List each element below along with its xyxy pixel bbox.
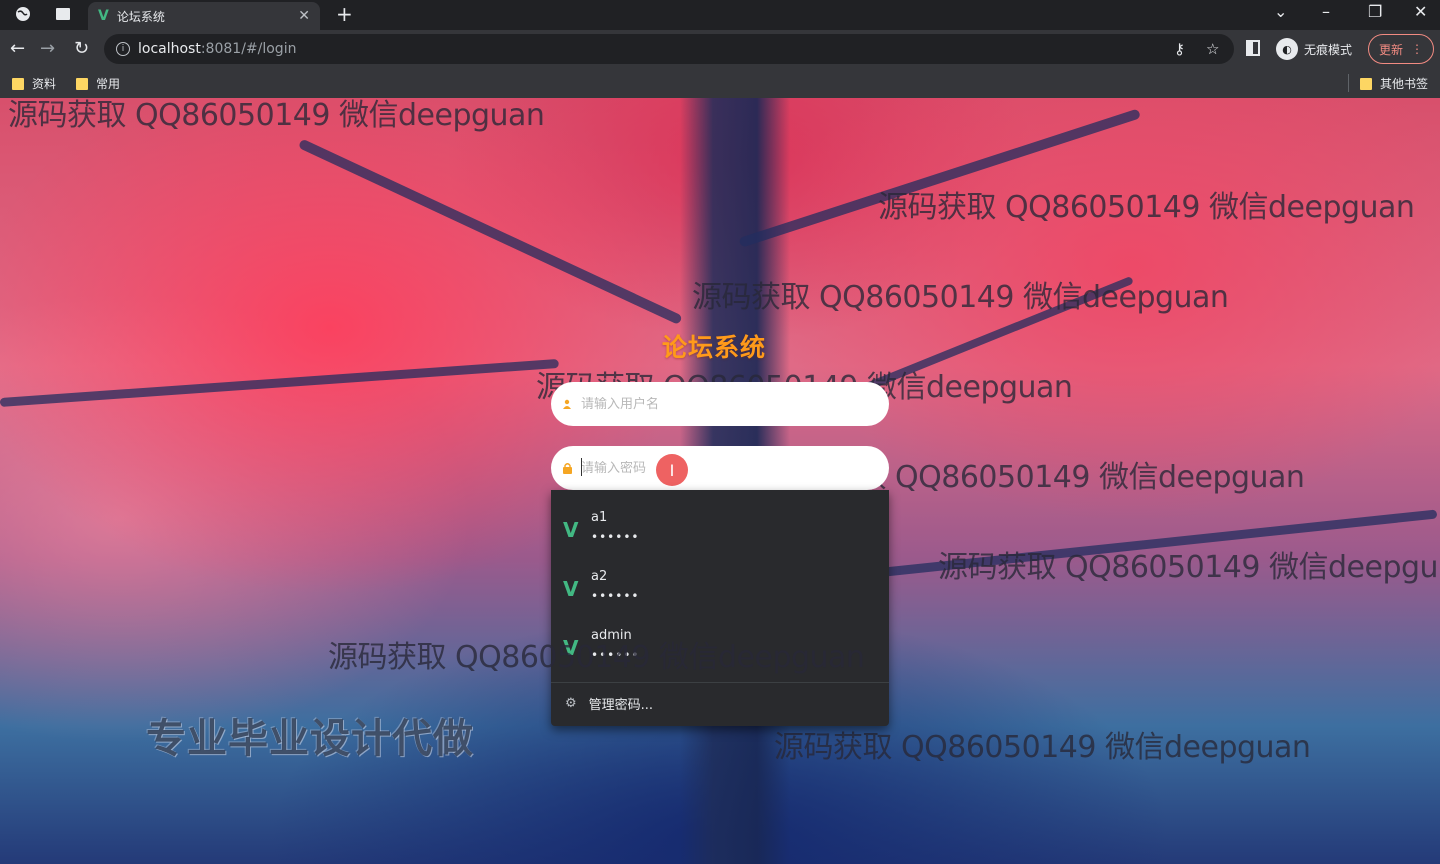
tree-branch xyxy=(297,138,683,326)
reload-icon[interactable]: ↻ xyxy=(74,38,89,59)
watermark: 源码获取 QQ86050149 微信deepguan xyxy=(774,730,1311,765)
bookmark-divider xyxy=(1348,74,1349,92)
manage-passwords-label: 管理密码... xyxy=(588,698,654,713)
bookmark-folder-changyong[interactable]: 常用 xyxy=(76,75,120,92)
incognito-icon: ◐ xyxy=(1276,38,1298,60)
vue-logo-icon: V xyxy=(98,8,109,24)
lock-icon xyxy=(561,462,573,474)
vue-logo-icon: V xyxy=(563,577,579,601)
key-icon[interactable]: ⚷ xyxy=(1174,40,1185,58)
tab-strip: V 论坛系统 ✕ + ⌄ – ❐ ✕ xyxy=(0,0,1440,30)
folder-icon xyxy=(76,77,88,90)
new-tab-button[interactable]: + xyxy=(336,2,353,26)
browser-toolbar: ← → ↻ i localhost:8081/#/login ⚷ ☆ ◐ 无痕模… xyxy=(0,30,1440,68)
side-panel-icon[interactable] xyxy=(1246,40,1260,56)
bookmark-label: 资料 xyxy=(32,77,57,91)
close-window-button[interactable]: ✕ xyxy=(1414,2,1427,21)
watermark: 源码获取 QQ86050149 微信deepguan xyxy=(328,640,865,675)
globe-icon[interactable] xyxy=(14,5,32,23)
restore-button[interactable]: ❐ xyxy=(1368,2,1382,21)
vue-logo-icon: V xyxy=(563,518,579,542)
tab-title: 论坛系统 xyxy=(116,9,165,24)
update-button[interactable]: 更新 ⋮ xyxy=(1368,34,1434,64)
page-viewport: 源码获取 QQ86050149 微信deepguan 源码获取 QQ860501… xyxy=(0,98,1440,864)
address-host: localhost xyxy=(138,41,201,57)
tree-branch xyxy=(738,108,1141,248)
folder-icon xyxy=(1360,77,1372,90)
incognito-label: 无痕模式 xyxy=(1304,42,1353,57)
back-arrow-icon[interactable]: ← xyxy=(10,38,25,59)
autocomplete-username: a1 xyxy=(591,510,608,525)
bookmarks-bar: 资料 常用 其他书签 xyxy=(0,68,1440,98)
autocomplete-item[interactable]: V a1 •••••• xyxy=(551,498,889,556)
menu-divider xyxy=(551,682,889,683)
address-bar[interactable]: i localhost:8081/#/login ⚷ ☆ xyxy=(104,34,1234,64)
watermark: 源码获取 QQ86050149 微信deepguan xyxy=(878,190,1415,225)
tab-list-chevron-icon[interactable]: ⌄ xyxy=(1274,2,1287,21)
manage-passwords-item[interactable]: ⚙ 管理密码... xyxy=(565,694,653,713)
bookmark-star-icon[interactable]: ☆ xyxy=(1206,40,1219,58)
mouse-cursor-icon: I xyxy=(656,454,688,486)
login-title: 论坛系统 xyxy=(662,333,767,362)
tree-branch xyxy=(0,358,559,407)
tab-search-icon[interactable] xyxy=(54,5,72,23)
forward-arrow-icon[interactable]: → xyxy=(40,38,55,59)
gear-icon: ⚙ xyxy=(565,696,577,711)
username-field[interactable] xyxy=(551,382,889,426)
user-icon xyxy=(561,398,573,410)
more-menu-icon: ⋮ xyxy=(1411,42,1423,56)
username-input[interactable] xyxy=(581,396,821,412)
watermark: 源码获取 QQ86050149 微信deepguan xyxy=(8,98,545,133)
watermark: 源码获取 QQ86050149 微信deepgu xyxy=(938,550,1439,585)
text-caret xyxy=(581,458,582,476)
bookmark-folder-ziliao[interactable]: 资料 xyxy=(12,75,56,92)
update-label: 更新 xyxy=(1378,42,1403,57)
tab-login[interactable]: V 论坛系统 ✕ xyxy=(88,2,320,30)
promo-text: 专业毕业设计代做 xyxy=(146,716,474,762)
other-bookmarks-label: 其他书签 xyxy=(1380,77,1429,91)
watermark: 源码获取 QQ86050149 微信deepguan xyxy=(692,280,1229,315)
other-bookmarks[interactable]: 其他书签 xyxy=(1360,75,1428,92)
autocomplete-password: •••••• xyxy=(591,589,640,603)
incognito-indicator[interactable]: ◐ 无痕模式 xyxy=(1276,38,1352,60)
bookmark-label: 常用 xyxy=(96,77,121,91)
folder-icon xyxy=(12,77,24,90)
password-field[interactable] xyxy=(551,446,889,490)
autocomplete-username: a2 xyxy=(591,569,608,584)
autocomplete-item[interactable]: V a2 •••••• xyxy=(551,557,889,615)
site-info-icon[interactable]: i xyxy=(116,42,130,56)
address-path: :8081/#/login xyxy=(200,41,297,57)
autocomplete-password: •••••• xyxy=(591,530,640,544)
password-autocomplete-menu: V a1 •••••• V a2 •••••• V admin •••••• ⚙… xyxy=(551,490,889,726)
minimize-button[interactable]: – xyxy=(1322,2,1330,21)
close-tab-icon[interactable]: ✕ xyxy=(298,8,310,24)
password-input[interactable] xyxy=(581,460,821,476)
